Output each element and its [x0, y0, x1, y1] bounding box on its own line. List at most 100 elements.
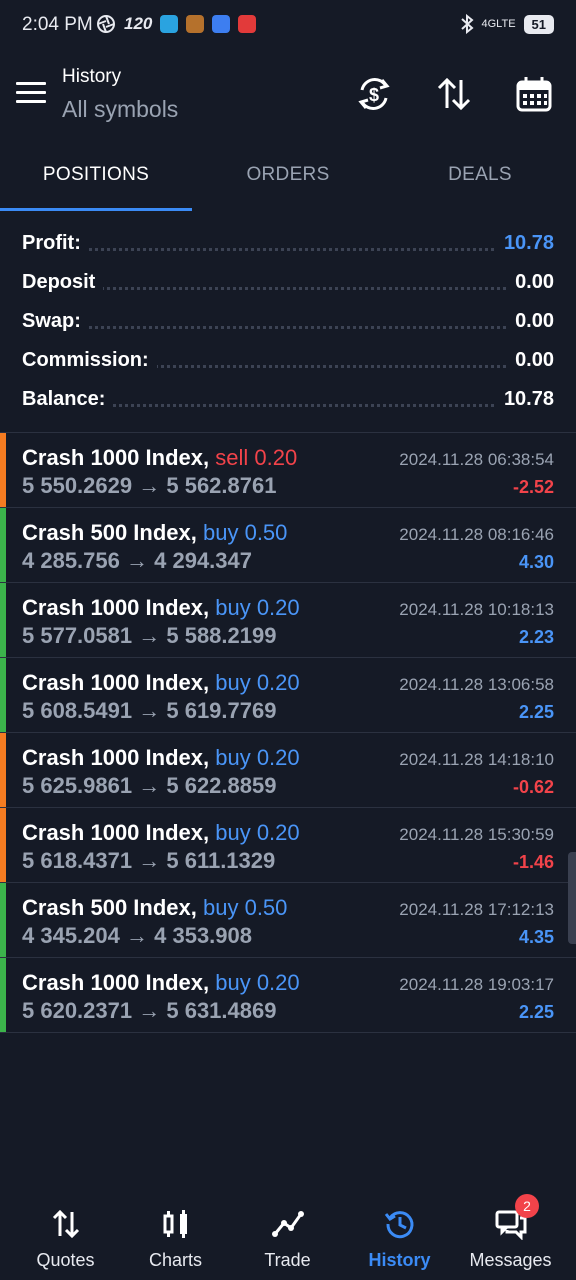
sort-icon[interactable] — [434, 74, 474, 114]
deal-time: 2024.11.28 15:30:59 — [399, 825, 554, 844]
status-right: 4GLTE 51 — [460, 14, 554, 34]
deal-row[interactable]: Crash 1000 Index, buy 0.20 5 618.4371 → 5… — [0, 808, 576, 883]
close-price: 5 588.2199 — [166, 623, 277, 648]
app-icon — [186, 15, 205, 33]
nav-label: Charts — [148, 1250, 202, 1270]
deal-time: 2024.11.28 14:18:10 — [399, 750, 554, 769]
history-icon — [384, 1211, 413, 1239]
arrow-icon: → — [126, 923, 148, 948]
mail-icon — [212, 15, 231, 33]
dotted-leader — [22, 326, 554, 329]
dotted-leader — [22, 248, 554, 251]
status-icons: 120 — [96, 14, 257, 34]
bottom-nav: Quotes Charts Trade History Messages 2 — [0, 1190, 576, 1280]
symbol-name: Crash 1000 Index, — [22, 670, 210, 695]
deal-profit: -0.62 — [512, 777, 554, 797]
deal-row[interactable]: Crash 500 Index, buy 0.50 4 285.756 → 4 2… — [0, 508, 576, 583]
deal-row[interactable]: Crash 1000 Index, buy 0.20 5 608.5491 → 5… — [0, 658, 576, 733]
arrow-icon: → — [138, 848, 161, 873]
close-price: 5 631.4869 — [166, 998, 277, 1023]
deal-prices: 4 345.204 → 4 353.908 — [22, 923, 252, 949]
status-bar: 2:04 PM 120 4GLTE 51 — [0, 0, 576, 52]
symbol-name: Crash 1000 Index, — [22, 445, 210, 470]
summary-row-profit: Profit: 10.78 — [0, 226, 576, 265]
deal-side: buy 0.50 — [203, 520, 288, 545]
nav-messages[interactable]: Messages 2 — [453, 1190, 568, 1280]
arrow-icon: → — [138, 623, 161, 648]
aperture-icon — [97, 15, 115, 33]
summary-label: Swap: — [22, 310, 89, 333]
nav-charts[interactable]: Charts — [118, 1190, 233, 1280]
deal-row[interactable]: Crash 1000 Index, buy 0.20 5 625.9861 → 5… — [0, 733, 576, 808]
deal-symbol: Crash 1000 Index, buy 0.20 — [22, 745, 300, 771]
currency-exchange-icon[interactable]: $ — [354, 74, 394, 114]
deal-row[interactable]: Crash 1000 Index, sell 0.20 5 550.2629 → … — [0, 433, 576, 508]
tab-deals[interactable]: DEALS — [384, 164, 576, 186]
network-label: 4GLTE — [481, 18, 516, 30]
deal-prices: 5 625.9861 → 5 622.8859 — [22, 773, 276, 799]
summary-value: 0.00 — [507, 271, 554, 294]
nav-trade[interactable]: Trade — [230, 1190, 345, 1280]
symbol-name: Crash 1000 Index, — [22, 820, 210, 845]
deal-prices: 4 285.756 → 4 294.347 — [22, 548, 252, 574]
open-price: 5 618.4371 — [22, 848, 133, 873]
result-indicator-bar — [0, 733, 6, 807]
deal-time: 2024.11.28 06:38:54 — [399, 450, 554, 469]
deal-symbol: Crash 1000 Index, buy 0.20 — [22, 820, 300, 846]
deal-symbol: Crash 1000 Index, buy 0.20 — [22, 970, 300, 996]
nav-quotes[interactable]: Quotes — [8, 1190, 123, 1280]
summary-row-swap: Swap: 0.00 — [0, 304, 576, 343]
close-price: 5 622.8859 — [166, 773, 277, 798]
symbol-name: Crash 1000 Index, — [22, 595, 210, 620]
trade-icon — [271, 1211, 304, 1237]
result-indicator-bar — [0, 658, 6, 732]
app-header: History All symbols $ — [0, 60, 576, 132]
deal-profit: 2.25 — [518, 702, 554, 722]
deal-side: buy 0.20 — [215, 595, 300, 620]
nav-label: History — [368, 1250, 431, 1270]
deal-side: buy 0.20 — [215, 670, 300, 695]
tab-orders[interactable]: ORDERS — [192, 164, 384, 186]
deal-time: 2024.11.28 10:18:13 — [399, 600, 554, 619]
deal-prices: 5 608.5491 → 5 619.7769 — [22, 698, 276, 724]
summary-label: Commission: — [22, 349, 157, 372]
calendar-icon[interactable] — [514, 74, 554, 114]
summary-panel: Profit: 10.78 Deposit 0.00 Swap: 0.00 Co… — [0, 226, 576, 421]
deal-list: Crash 1000 Index, sell 0.20 5 550.2629 → … — [0, 432, 576, 1033]
bluetooth-icon — [460, 14, 474, 34]
symbol-name: Crash 1000 Index, — [22, 970, 210, 995]
deal-time: 2024.11.28 17:12:13 — [399, 900, 554, 919]
deal-side: buy 0.20 — [215, 820, 300, 845]
deal-row[interactable]: Crash 500 Index, buy 0.50 4 345.204 → 4 3… — [0, 883, 576, 958]
deal-time: 2024.11.28 13:06:58 — [399, 675, 554, 694]
deal-time: 2024.11.28 08:16:46 — [399, 525, 554, 544]
nav-label: Trade — [264, 1250, 311, 1270]
result-indicator-bar — [0, 808, 6, 882]
arrow-icon: → — [138, 698, 161, 723]
deal-prices: 5 618.4371 → 5 611.1329 — [22, 848, 275, 874]
deal-side: buy 0.20 — [215, 745, 300, 770]
nav-history[interactable]: History — [342, 1190, 457, 1280]
deal-profit: -2.52 — [512, 477, 554, 497]
deal-prices: 5 577.0581 → 5 588.2199 — [22, 623, 276, 649]
deal-symbol: Crash 1000 Index, sell 0.20 — [22, 445, 297, 471]
arrow-icon: → — [138, 473, 161, 498]
summary-value: 0.00 — [507, 349, 554, 372]
summary-row-balance: Balance: 10.78 — [0, 382, 576, 421]
menu-icon[interactable] — [16, 82, 46, 106]
deal-row[interactable]: Crash 1000 Index, buy 0.20 5 620.2371 → 5… — [0, 958, 576, 1033]
nav-label: Messages — [469, 1250, 552, 1270]
open-price: 4 345.204 — [22, 923, 120, 948]
charts-icon — [163, 1210, 187, 1238]
symbol-filter[interactable]: All symbols — [62, 96, 178, 123]
deal-row[interactable]: Crash 1000 Index, buy 0.20 5 577.0581 → 5… — [0, 583, 576, 658]
scrollbar[interactable] — [568, 852, 576, 944]
close-price: 4 294.347 — [154, 548, 252, 573]
tab-positions[interactable]: POSITIONS — [0, 164, 192, 186]
quotes-icon — [52, 1209, 79, 1239]
deal-symbol: Crash 500 Index, buy 0.50 — [22, 520, 287, 546]
summary-row-commission: Commission: 0.00 — [0, 343, 576, 382]
arrow-icon: → — [138, 773, 161, 798]
active-tab-indicator — [0, 208, 192, 211]
arrow-icon: → — [126, 548, 148, 573]
